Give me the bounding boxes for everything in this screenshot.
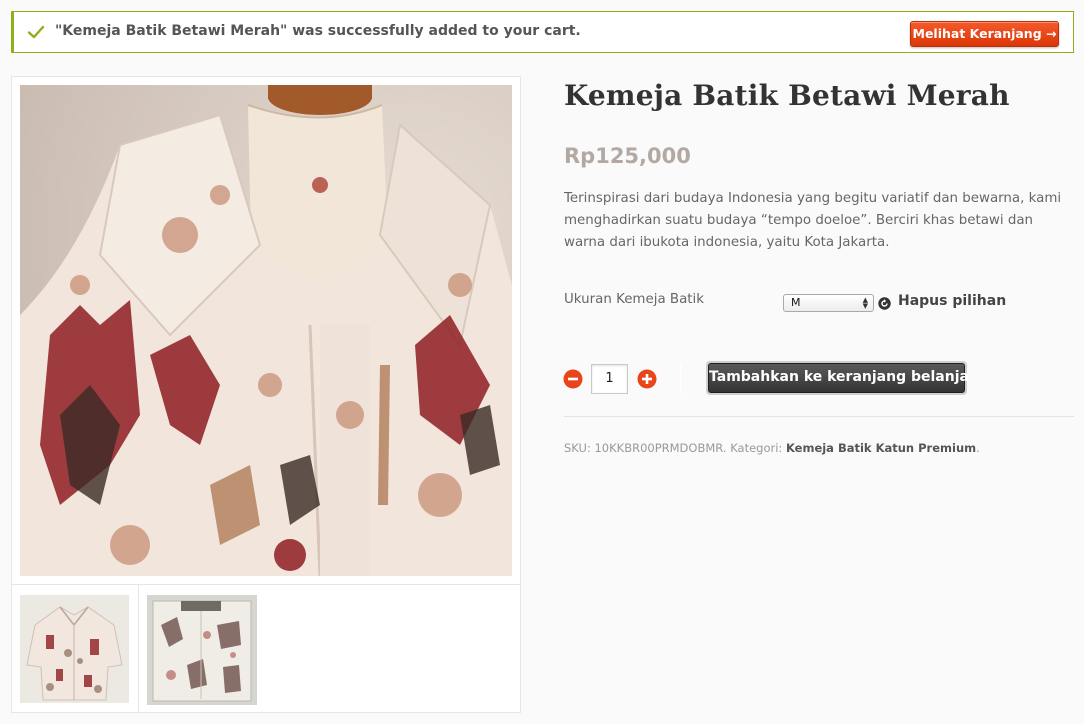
add-to-cart-button[interactable]: Tambahkan ke keranjang belanja (706, 361, 969, 395)
product-title: Kemeja Batik Betawi Merah (564, 79, 1010, 112)
thumbnail-folded-shirt[interactable] (147, 595, 257, 705)
clear-selection-link[interactable]: Hapus pilihan (898, 293, 1006, 309)
view-cart-button[interactable]: Melihat Keranjang → (910, 21, 1059, 47)
thumbnail-shirt-front[interactable] (20, 595, 129, 703)
variation-label: Ukuran Kemeja Batik (564, 292, 705, 307)
product-meta: SKU: 10KKBR00PRMDOBMR. Kategori: Kemeja … (564, 441, 980, 455)
add-to-cart-label: Tambahkan ke keranjang belanja (708, 363, 969, 393)
main-product-image[interactable] (20, 85, 512, 576)
thumbnail-separator (138, 585, 139, 712)
select-arrows-icon: ▲ ▼ (862, 296, 868, 310)
notice-message: "Kemeja Batik Betawi Merah" was successf… (55, 23, 581, 39)
size-select[interactable]: M ▲ ▼ (783, 294, 874, 312)
category-suffix: . (976, 441, 980, 455)
quantity-divider (680, 364, 681, 394)
gallery-divider (12, 584, 520, 585)
product-price: Rp125,000 (564, 144, 691, 168)
category-label: Kategori: (730, 441, 783, 455)
product-description: Terinspirasi dari budaya Indonesia yang … (564, 191, 1062, 250)
checkmark-icon (27, 25, 45, 39)
quantity-decrease-icon[interactable] (563, 369, 583, 389)
reset-icon[interactable] (878, 297, 891, 310)
sku-value: 10KKBR00PRMDOBMR (594, 441, 723, 455)
product-gallery (11, 76, 521, 713)
quantity-input[interactable]: 1 (591, 364, 628, 394)
category-link[interactable]: Kemeja Batik Katun Premium (786, 441, 976, 455)
summary-divider (564, 416, 1074, 417)
cart-success-notice: "Kemeja Batik Betawi Merah" was successf… (11, 11, 1074, 53)
sku-label: SKU: (564, 441, 591, 455)
size-select-value: M (791, 296, 801, 309)
quantity-increase-icon[interactable] (637, 369, 657, 389)
